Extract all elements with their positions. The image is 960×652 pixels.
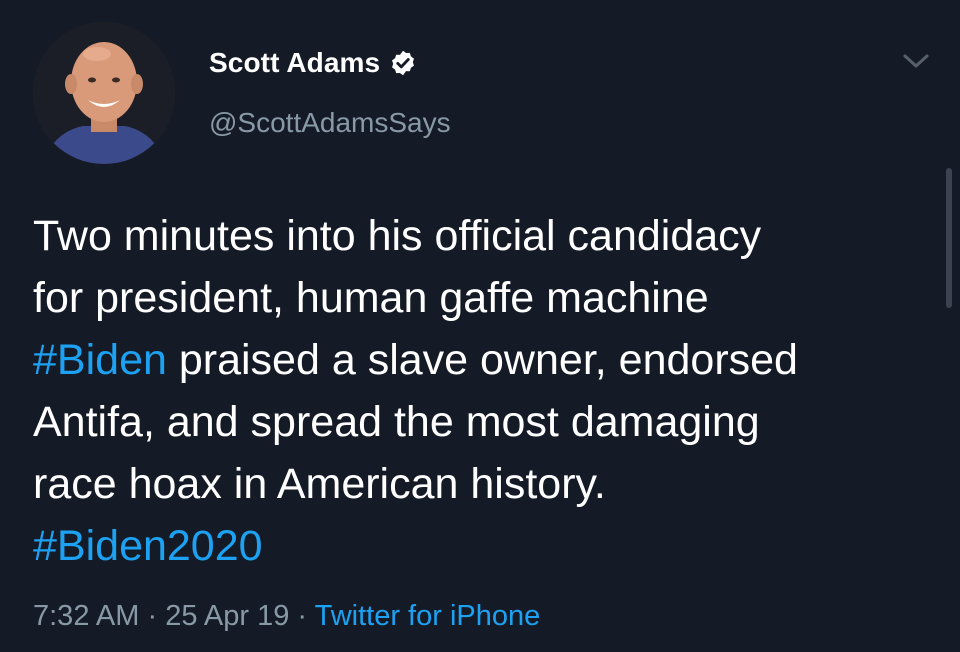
- avatar[interactable]: [33, 22, 175, 164]
- tweet-text-line: race hoax in American history.: [33, 453, 933, 515]
- tweet-time[interactable]: 7:32 AM: [33, 600, 139, 632]
- tweet-source-link[interactable]: Twitter for iPhone: [315, 600, 541, 632]
- author-display-name[interactable]: Scott Adams: [209, 47, 380, 79]
- tweet-text-segment: race hoax in American history.: [33, 460, 606, 508]
- tweet-text-segment: praised a slave owner, endorsed: [166, 336, 798, 384]
- hashtag-link[interactable]: #Biden2020: [33, 522, 263, 570]
- tweet-text-line: #Biden praised a slave owner, endorsed: [33, 329, 933, 391]
- verified-badge-icon: [389, 49, 417, 77]
- author-name-row[interactable]: Scott Adams: [209, 44, 417, 82]
- chevron-down-icon[interactable]: [899, 47, 933, 75]
- meta-separator: ·: [139, 600, 166, 632]
- avatar-image: [33, 22, 175, 164]
- tweet-text-segment: Two minutes into his official candidacy: [33, 212, 762, 260]
- meta-separator: ·: [289, 600, 315, 632]
- author-handle[interactable]: @ScottAdamsSays: [209, 107, 451, 139]
- tweet-text-line: #Biden2020: [33, 515, 933, 577]
- tweet-text-line: for president, human gaffe machine: [33, 267, 933, 329]
- tweet-text: Two minutes into his official candidacy f…: [33, 205, 933, 577]
- tweet-text-line: Antifa, and spread the most damaging: [33, 391, 933, 453]
- tweet-text-segment: for president, human gaffe machine: [33, 274, 709, 322]
- tweet-meta: 7:32 AM · 25 Apr 19 · Twitter for iPhone: [33, 600, 540, 633]
- tweet-card: Scott Adams @ScottAdamsSays Two minutes …: [0, 0, 960, 652]
- tweet-text-segment: Antifa, and spread the most damaging: [33, 398, 760, 446]
- hashtag-link[interactable]: #Biden: [33, 336, 167, 384]
- scrollbar[interactable]: [946, 168, 952, 308]
- tweet-text-line: Two minutes into his official candidacy: [33, 205, 933, 267]
- tweet-date[interactable]: 25 Apr 19: [165, 600, 289, 632]
